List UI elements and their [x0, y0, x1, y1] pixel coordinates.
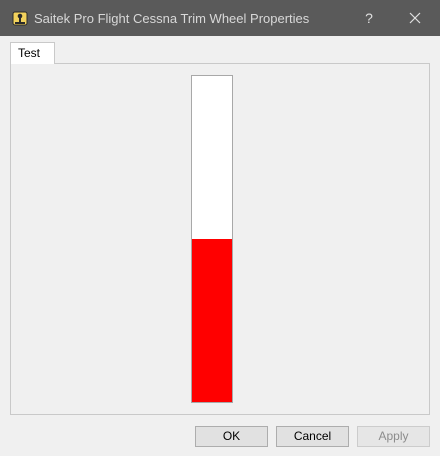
close-icon	[409, 12, 421, 24]
trim-position-gauge	[191, 75, 233, 403]
trim-position-fill	[192, 239, 232, 402]
cancel-button[interactable]: Cancel	[276, 426, 349, 447]
window-title: Saitek Pro Flight Cessna Trim Wheel Prop…	[34, 11, 310, 26]
help-button[interactable]: ?	[346, 0, 392, 36]
title-bar[interactable]: Saitek Pro Flight Cessna Trim Wheel Prop…	[0, 0, 440, 36]
apply-button[interactable]: Apply	[357, 426, 430, 447]
ok-button[interactable]: OK	[195, 426, 268, 447]
tab-test[interactable]: Test	[10, 42, 55, 64]
help-icon: ?	[365, 10, 373, 26]
close-button[interactable]	[392, 0, 438, 36]
tab-test-label: Test	[18, 46, 41, 60]
joystick-icon	[12, 11, 28, 26]
